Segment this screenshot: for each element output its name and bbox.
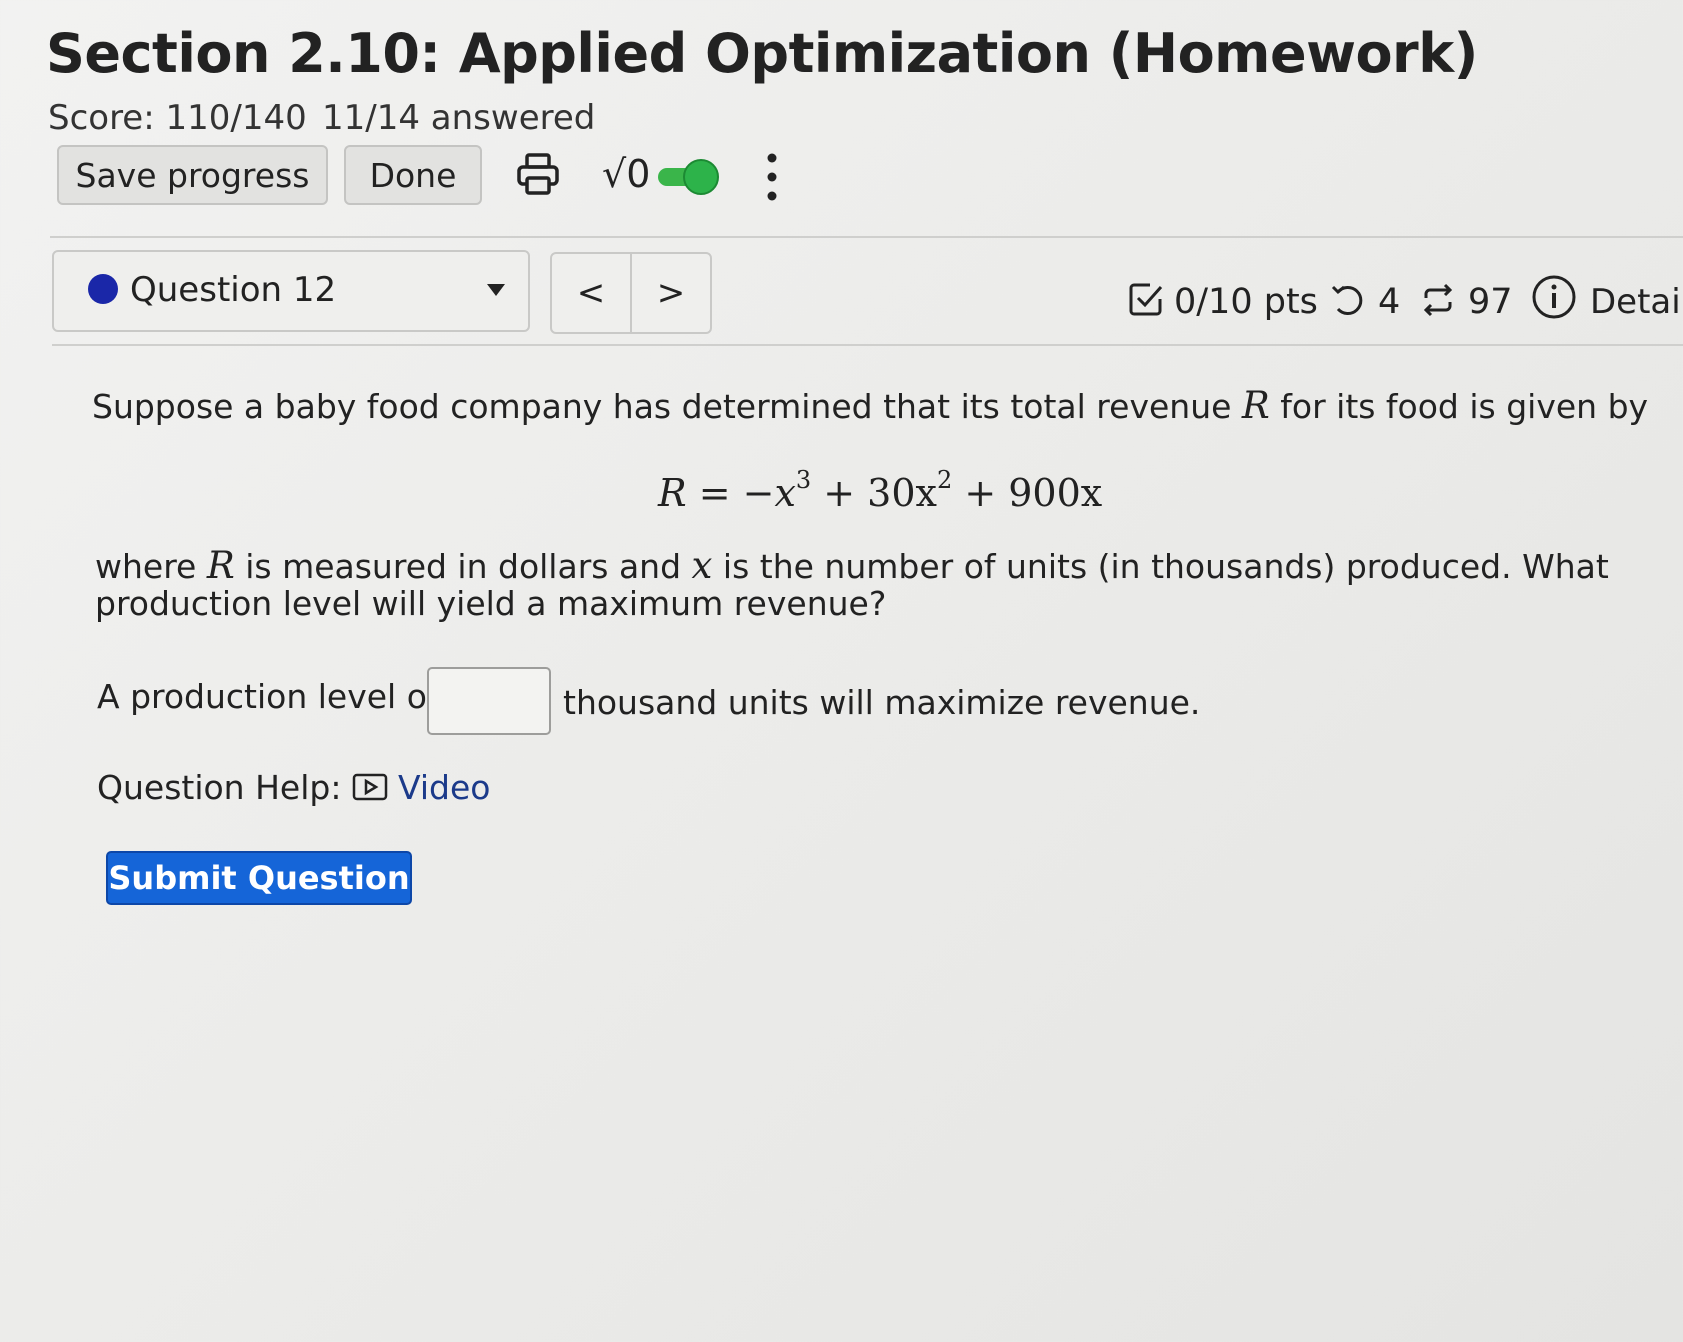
details-link[interactable]: Detail bbox=[1590, 282, 1683, 322]
previous-question-button[interactable]: < bbox=[552, 254, 630, 332]
info-icon[interactable] bbox=[1531, 274, 1577, 320]
question-status-dot bbox=[88, 274, 118, 304]
revenue-formula: R = −x3 + 30x2 + 900x bbox=[658, 466, 1103, 515]
answered-count: 11/14 answered bbox=[322, 98, 596, 138]
page-title: Section 2.10: Applied Optimization (Home… bbox=[46, 22, 1478, 85]
question-help-label: Question Help: bbox=[97, 768, 342, 807]
printer-icon[interactable] bbox=[514, 150, 562, 198]
answer-input[interactable] bbox=[427, 667, 551, 735]
question-select-label: Question 12 bbox=[130, 270, 337, 310]
save-progress-button[interactable]: Save progress bbox=[57, 145, 328, 205]
math-input-toggle-label: √0 bbox=[602, 152, 651, 196]
submit-question-button[interactable]: Submit Question bbox=[106, 851, 412, 905]
divider bbox=[52, 344, 1683, 346]
divider bbox=[50, 236, 1683, 238]
chevron-down-icon bbox=[487, 284, 505, 296]
video-help-link[interactable]: Video bbox=[398, 768, 490, 807]
attempts-count: 97 bbox=[1468, 282, 1513, 322]
math-toggle-switch[interactable] bbox=[656, 158, 722, 196]
question-prompt-line-2: where R is measured in dollars and x is … bbox=[95, 544, 1609, 587]
video-icon[interactable] bbox=[352, 773, 388, 801]
points-value: 0/10 pts bbox=[1174, 282, 1318, 322]
retries-count: 4 bbox=[1378, 282, 1401, 322]
done-button[interactable]: Done bbox=[344, 145, 482, 205]
score-text: Score: 110/140 bbox=[48, 98, 307, 138]
question-prompt-line-3: production level will yield a maximum re… bbox=[95, 584, 887, 623]
answer-prefix-text: A production level of bbox=[97, 677, 439, 716]
question-prompt-line-1: Suppose a baby food company has determin… bbox=[92, 384, 1649, 427]
retry-icon bbox=[1331, 285, 1363, 315]
next-question-button[interactable]: > bbox=[632, 254, 710, 332]
attempts-icon bbox=[1423, 283, 1453, 317]
answer-suffix-text: thousand units will maximize revenue. bbox=[563, 683, 1201, 722]
more-options-icon[interactable] bbox=[766, 152, 778, 202]
checkbox-icon bbox=[1129, 283, 1163, 316]
